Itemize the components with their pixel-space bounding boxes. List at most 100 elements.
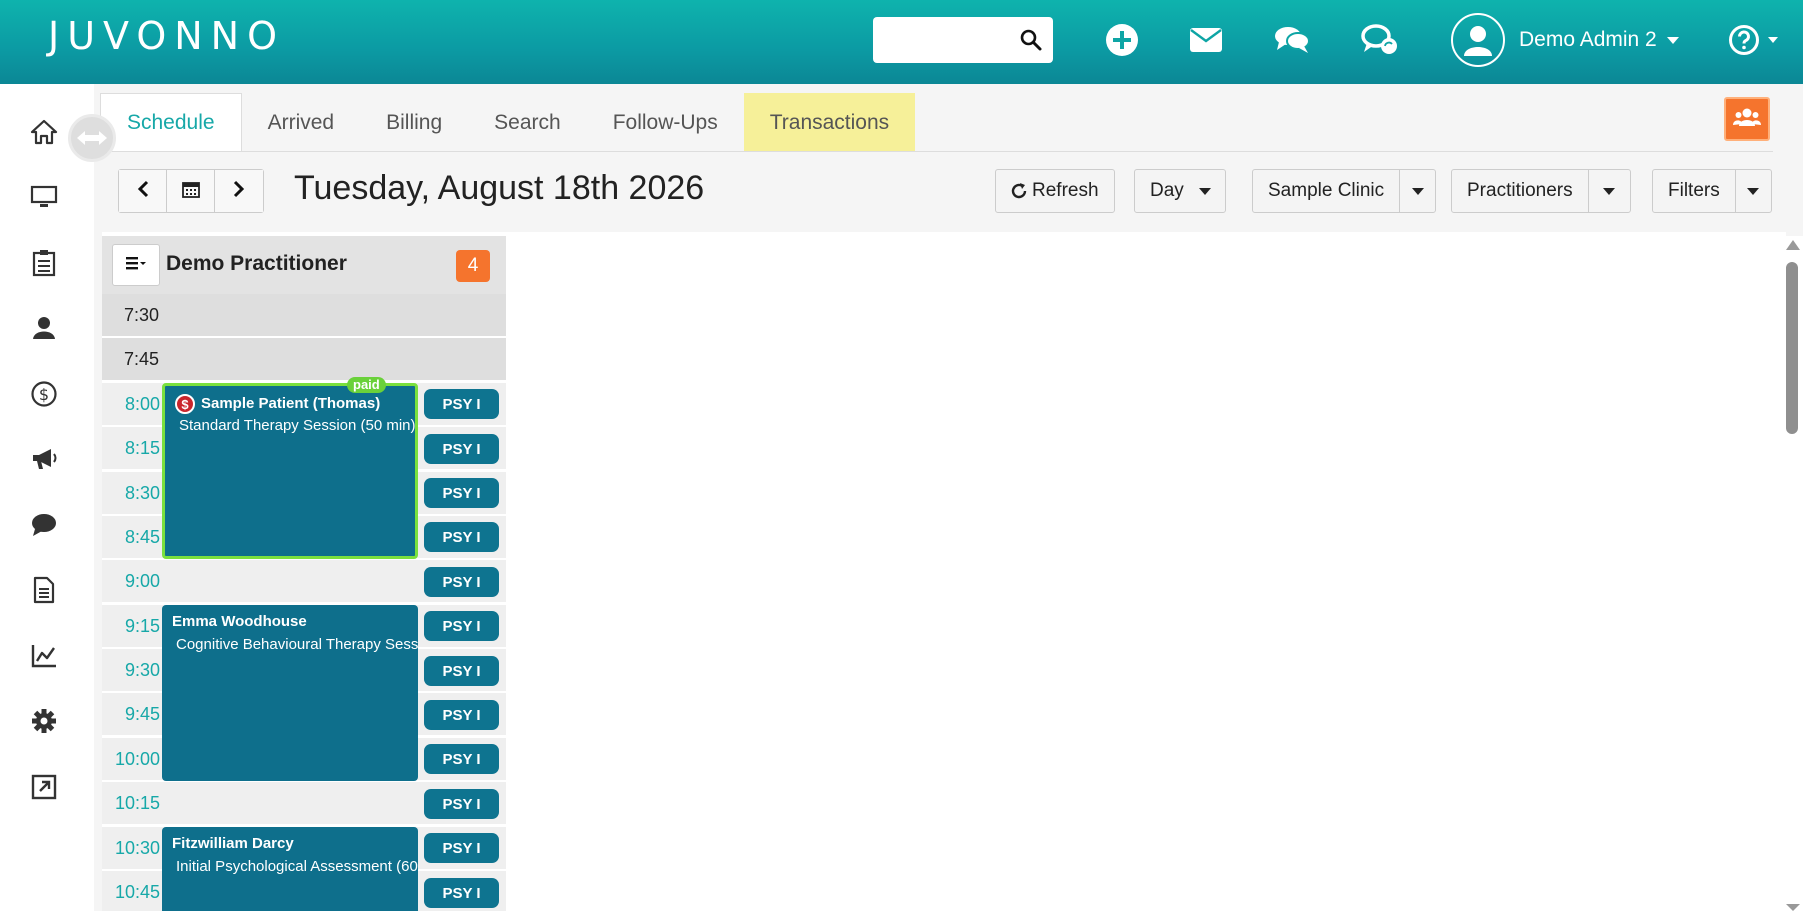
users-group-icon (1732, 107, 1762, 132)
monitor-icon[interactable] (24, 177, 64, 217)
patient-name: Sample Patient (Thomas) (201, 394, 381, 412)
psy-slot-button[interactable]: PSY I (424, 522, 499, 552)
time-label: 9:30 (124, 660, 160, 680)
external-link-icon[interactable] (24, 767, 64, 807)
dollar-icon[interactable]: $ (24, 374, 64, 414)
user-icon[interactable] (24, 308, 64, 348)
time-label: 10:00 (114, 749, 160, 769)
appointment-count-badge: 4 (456, 250, 490, 282)
time-label: 10:30 (114, 838, 160, 858)
patient-name: Emma Woodhouse (172, 613, 307, 630)
psy-slot-button[interactable]: PSY I (424, 878, 499, 908)
tab-follow-ups[interactable]: Follow-Ups (587, 93, 744, 152)
appointment-card[interactable]: $ Sample Patient (Thomas) Standard Therap… (162, 383, 418, 559)
practitioners-dropdown-toggle[interactable] (1587, 170, 1630, 212)
help-icon[interactable] (1724, 20, 1782, 60)
scroll-down-arrow[interactable] (1786, 904, 1800, 911)
clipboard-icon[interactable] (24, 243, 64, 283)
avatar[interactable] (1451, 13, 1505, 67)
calendar-picker-button[interactable] (167, 170, 215, 212)
clinic-dropdown-toggle[interactable] (1399, 170, 1435, 212)
tab-search[interactable]: Search (468, 93, 587, 152)
psy-slot-button[interactable]: PSY I (424, 833, 499, 863)
filters-select[interactable]: Filters (1652, 169, 1772, 213)
psy-slot-button[interactable]: PSY I (424, 611, 499, 641)
speech-bubble-icon[interactable] (24, 505, 64, 545)
psy-slot-button[interactable]: PSY I (424, 567, 499, 597)
svg-text:$: $ (39, 385, 49, 404)
chat-bubbles-icon[interactable] (1272, 20, 1312, 60)
time-label: 10:45 (114, 882, 160, 902)
team-view-button[interactable] (1724, 97, 1770, 141)
calendar-toolbar: Tuesday, August 18th 2026 Refresh Day Sa… (104, 155, 1780, 227)
chart-icon[interactable] (24, 636, 64, 676)
time-label: 9:00 (124, 571, 160, 591)
global-search[interactable] (873, 17, 1053, 63)
psy-slot-button[interactable]: PSY I (424, 744, 499, 774)
psy-slot-button[interactable]: PSY I (424, 789, 499, 819)
gear-icon[interactable] (24, 701, 64, 741)
document-icon[interactable] (24, 570, 64, 610)
view-select[interactable]: Day (1134, 169, 1226, 213)
user-menu[interactable]: Demo Admin 2 (1451, 12, 1679, 68)
time-label: 10:15 (114, 793, 160, 813)
home-icon[interactable] (24, 112, 64, 152)
chevron-down-icon (1747, 187, 1760, 195)
megaphone-icon[interactable] (24, 439, 64, 479)
psy-slot-button[interactable]: PSY I (424, 389, 499, 419)
tab-arrived[interactable]: Arrived (242, 93, 361, 152)
time-label: 8:00 (124, 394, 160, 414)
search-input[interactable] (881, 25, 1011, 55)
practitioner-column-header: Demo Practitioner 4 (102, 236, 506, 294)
chevron-down-icon[interactable] (1666, 36, 1679, 44)
refresh-label: Refresh (1032, 180, 1099, 201)
tab-transactions[interactable]: Transactions (743, 93, 916, 152)
chevron-down-icon (1411, 187, 1424, 195)
tab-divider (100, 151, 1773, 152)
psy-slot-button[interactable]: PSY I (424, 478, 499, 508)
appointment-card[interactable]: Emma Woodhouse Cognitive Behavioural The… (162, 605, 418, 781)
view-label: Day (1150, 180, 1184, 201)
next-day-button[interactable] (215, 170, 263, 212)
juvonno-logo[interactable]: JUVONNO (48, 14, 285, 58)
psy-slot-button[interactable]: PSY I (424, 656, 499, 686)
plus-circle-icon[interactable] (1102, 20, 1142, 60)
appointment-service: Initial Psychological Assessment (60 (176, 858, 418, 875)
scrollbar-thumb[interactable] (1786, 262, 1798, 434)
time-label: 7:45 (124, 349, 160, 369)
top-header: JUVONNO Demo Admin 2 (0, 0, 1803, 84)
chevron-down-icon (1198, 187, 1211, 195)
appointment-card[interactable]: Fitzwilliam Darcy Initial Psychological … (162, 827, 418, 911)
filters-dropdown-toggle[interactable] (1734, 170, 1771, 212)
envelope-icon[interactable] (1186, 20, 1226, 60)
chat-sync-icon[interactable] (1360, 20, 1400, 60)
tab-schedule[interactable]: Schedule (100, 93, 242, 152)
refresh-icon (996, 182, 1028, 200)
chevron-down-icon[interactable] (1768, 37, 1778, 43)
scroll-up-arrow[interactable] (1786, 240, 1800, 250)
time-label: 8:45 (124, 527, 160, 547)
previous-day-button[interactable] (119, 170, 167, 212)
sidebar-collapse-handle[interactable] (68, 114, 116, 162)
time-label: 8:30 (124, 483, 160, 503)
chevron-down-icon (1603, 187, 1616, 195)
refresh-button[interactable]: Refresh (995, 169, 1115, 213)
appointment-service: Cognitive Behavioural Therapy Sess (176, 636, 418, 653)
time-slot[interactable]: 7:45 (102, 338, 506, 381)
psy-slot-button[interactable]: PSY I (424, 700, 499, 730)
clinic-select[interactable]: Sample Clinic (1252, 169, 1437, 213)
appointment-service: Standard Therapy Session (50 min) (179, 417, 416, 434)
chevron-right-icon (233, 180, 245, 203)
practitioners-select[interactable]: Practitioners (1451, 169, 1631, 213)
column-menu-button[interactable] (112, 244, 160, 286)
practitioner-name: Demo Practitioner (166, 252, 347, 275)
user-name[interactable]: Demo Admin 2 (1519, 28, 1657, 52)
filters-label: Filters (1668, 180, 1720, 201)
time-label: 8:15 (124, 438, 160, 458)
search-icon[interactable] (1019, 28, 1043, 57)
time-slot[interactable]: 7:30 (102, 294, 506, 337)
tab-billing[interactable]: Billing (360, 93, 468, 152)
appointment-patient[interactable]: $ Sample Patient (Thomas) (175, 394, 380, 414)
paid-badge: paid (347, 377, 386, 393)
psy-slot-button[interactable]: PSY I (424, 434, 499, 464)
